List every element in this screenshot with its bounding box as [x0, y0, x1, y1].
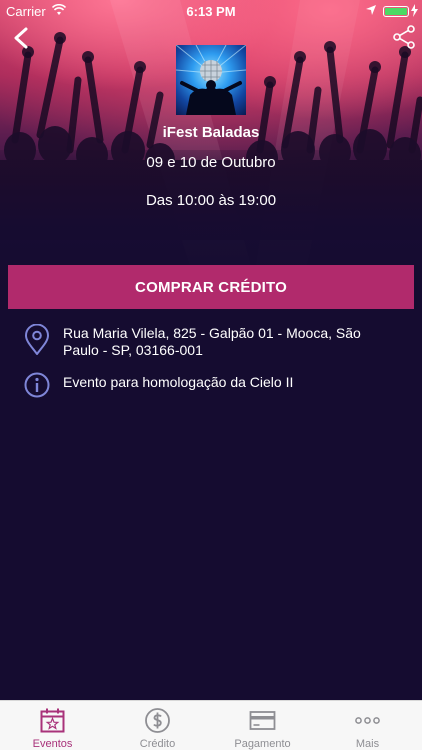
tab-label-pagamento: Pagamento	[234, 738, 291, 750]
buy-credit-button[interactable]: COMPRAR CRÉDITO	[8, 265, 414, 309]
event-logo-image	[176, 45, 246, 115]
dollar-circle-icon	[145, 708, 170, 733]
calendar-star-icon	[40, 708, 65, 733]
more-dots-icon	[355, 717, 380, 724]
tab-bar: Eventos Crédito Pagamento Mais	[0, 700, 422, 750]
battery-icon	[383, 6, 409, 17]
share-icon[interactable]	[392, 25, 416, 49]
tab-label-eventos: Eventos	[32, 738, 73, 750]
event-date: 09 e 10 de Outubro	[146, 154, 276, 171]
location-pin-icon	[25, 324, 49, 355]
description-row: Evento para homologação da Cielo II	[0, 371, 422, 399]
charging-bolt-icon	[411, 4, 418, 17]
tab-eventos[interactable]: Eventos	[0, 701, 105, 750]
event-title: iFest Baladas	[162, 124, 260, 141]
address-row[interactable]: Rua Maria Vilela, 825 - Galpão 01 - Mooc…	[0, 324, 422, 360]
back-chevron-icon[interactable]	[10, 26, 34, 50]
info-circle-icon	[24, 372, 50, 398]
disco-ball-dj-graphic	[176, 45, 246, 115]
tab-label-credito: Crédito	[139, 738, 176, 750]
event-detail-screen: Carrier 6:13 PM iFest Baladas 09 e 10 de…	[0, 0, 422, 750]
credit-card-icon	[249, 711, 276, 730]
description-text: Evento para homologação da Cielo II	[63, 374, 294, 390]
tab-label-mais: Mais	[355, 738, 380, 750]
event-hours: Das 10:00 às 19:00	[145, 192, 277, 209]
tab-pagamento[interactable]: Pagamento	[210, 701, 315, 750]
location-arrow-icon	[366, 5, 376, 15]
tab-mais[interactable]: Mais	[315, 701, 420, 750]
status-bar: Carrier 6:13 PM	[0, 0, 422, 22]
address-text: Rua Maria Vilela, 825 - Galpão 01 - Mooc…	[63, 325, 361, 358]
tab-credito[interactable]: Crédito	[105, 701, 210, 750]
status-time: 6:13 PM	[186, 4, 236, 19]
battery-fill	[385, 8, 407, 15]
